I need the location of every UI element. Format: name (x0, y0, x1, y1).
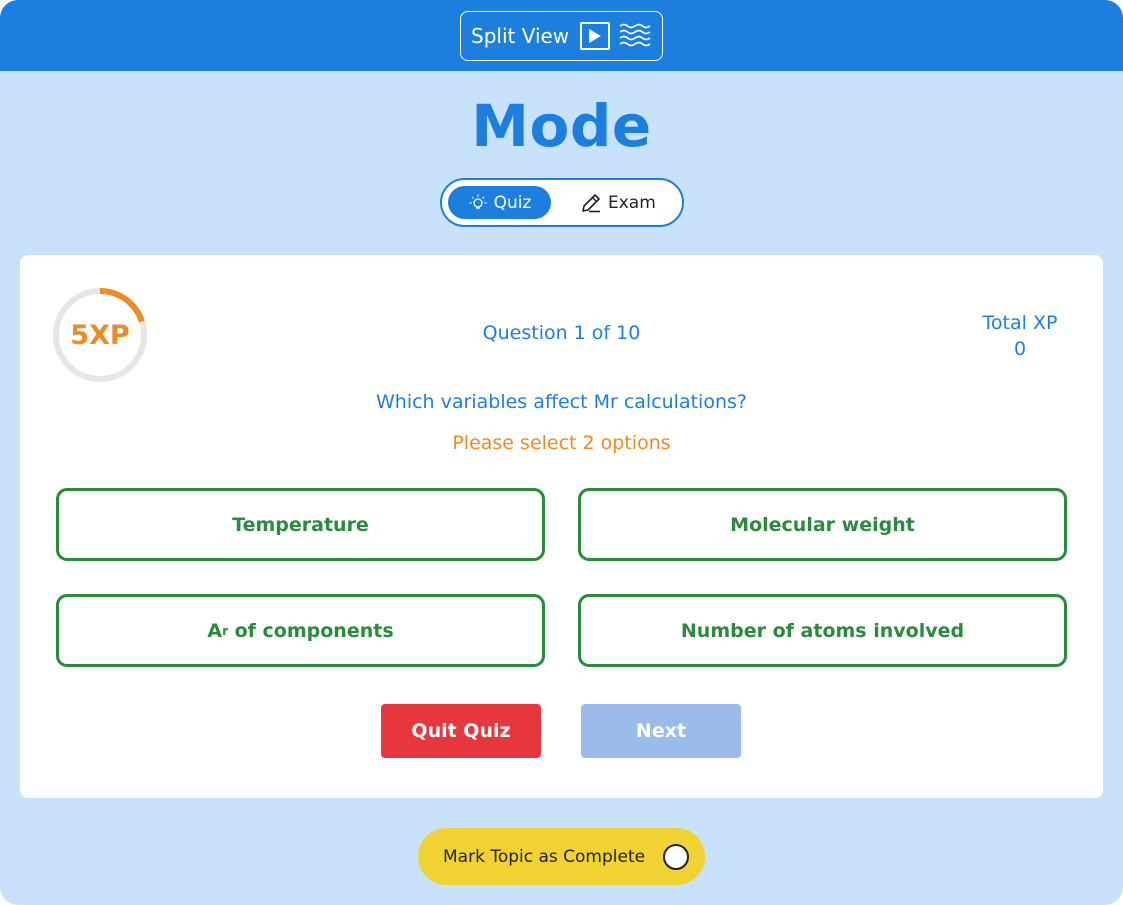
option-number-of-atoms[interactable]: Number of atoms involved (578, 594, 1067, 667)
option-label-main: A (207, 619, 223, 642)
app-window: Split View Mode Quiz Exam 5XP Question 1… (0, 0, 1123, 905)
option-temperature[interactable]: Temperature (56, 488, 545, 561)
mode-title: Mode (471, 92, 652, 160)
lightbulb-icon (469, 194, 487, 209)
next-button[interactable]: Next (581, 704, 741, 758)
option-ar-of-components[interactable]: Ar of components (56, 594, 545, 667)
option-label-rest: of components (227, 619, 394, 642)
mark-complete-label: Mark Topic as Complete (443, 846, 646, 867)
quiz-card: 5XP Question 1 of 10 Total XP 0 Which va… (20, 255, 1103, 798)
total-xp: Total XP 0 (965, 310, 1075, 362)
total-xp-label: Total XP (982, 312, 1058, 334)
option-molecular-weight[interactable]: Molecular weight (578, 488, 1067, 561)
split-view-button[interactable]: Split View (460, 11, 663, 61)
option-label: Temperature (232, 513, 369, 536)
mark-complete-button[interactable]: Mark Topic as Complete (418, 828, 705, 885)
pencil-icon (582, 193, 600, 212)
circle-checkbox-icon[interactable] (663, 844, 689, 870)
option-label: Molecular weight (730, 513, 915, 536)
instruction-text: Please select 2 options (452, 432, 671, 454)
mode-toggle: Quiz Exam (440, 178, 684, 227)
option-label: Number of atoms involved (680, 619, 965, 642)
play-icon (580, 22, 611, 50)
waves-icon (619, 23, 651, 47)
top-bar: Split View (0, 0, 1123, 71)
question-counter: Question 1 of 10 (482, 322, 641, 344)
quit-quiz-button[interactable]: Quit Quiz (381, 704, 541, 758)
tab-quiz-label: Quiz (493, 192, 532, 213)
tab-quiz[interactable]: Quiz (448, 186, 551, 219)
total-xp-value: 0 (1013, 338, 1027, 360)
tab-exam[interactable]: Exam (572, 186, 676, 219)
question-text: Which variables affect Mr calculations? (376, 391, 747, 413)
split-view-label: Split View (471, 24, 570, 48)
tab-exam-label: Exam (608, 192, 656, 213)
